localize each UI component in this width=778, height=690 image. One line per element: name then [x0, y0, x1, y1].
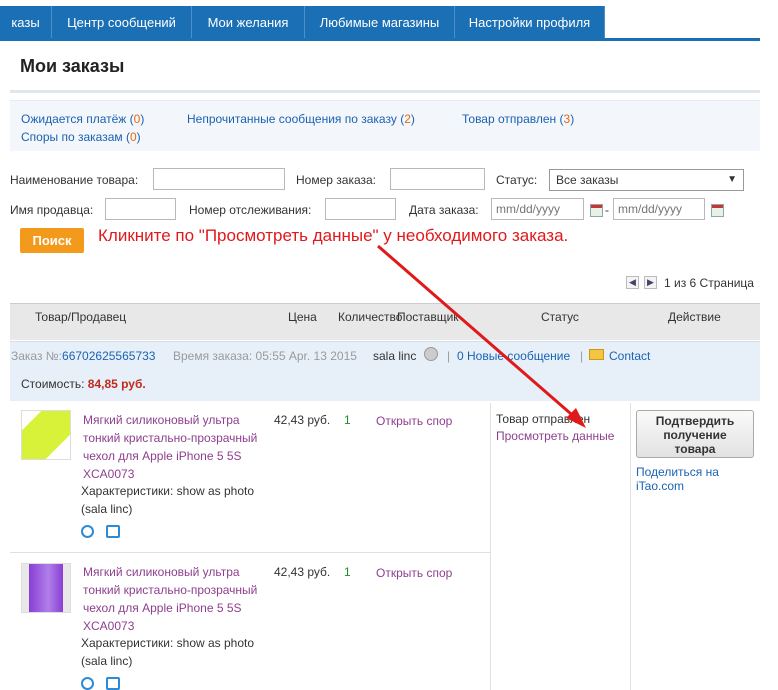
annotation-arrow: [377, 244, 586, 428]
arrow-line: [377, 244, 579, 422]
